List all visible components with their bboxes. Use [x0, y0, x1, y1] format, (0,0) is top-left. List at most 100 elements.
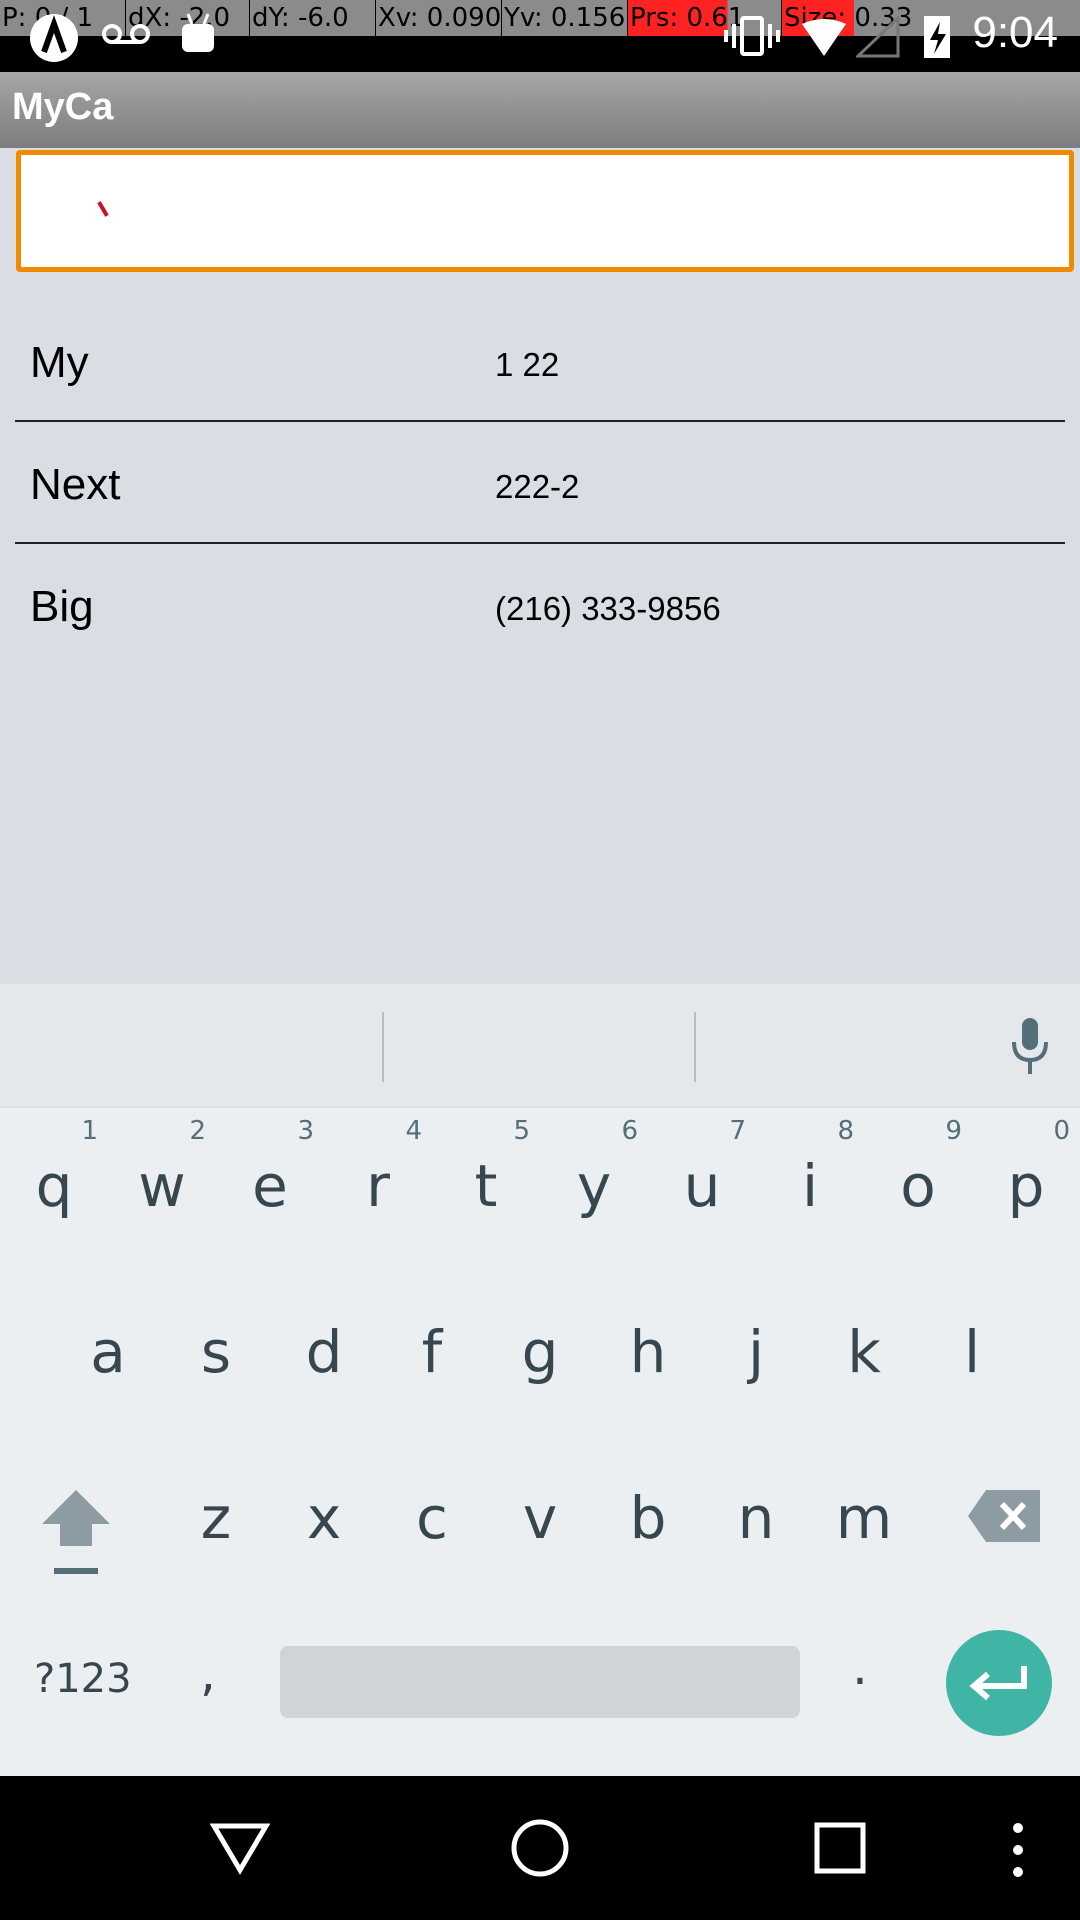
keyboard-key[interactable]: 9o — [864, 1108, 972, 1236]
key-number-hint: 0 — [1053, 1116, 1070, 1146]
key-letter: l — [963, 1318, 981, 1386]
key-letter: c — [416, 1484, 448, 1552]
key-letter: q — [35, 1152, 73, 1220]
keyboard-key[interactable]: n — [702, 1440, 810, 1568]
keyboard-key[interactable]: b — [594, 1440, 702, 1568]
key-letter: n — [737, 1484, 775, 1552]
contact-name: Big — [30, 582, 94, 631]
key-number-hint: 2 — [189, 1116, 206, 1146]
key-number-hint: 4 — [405, 1116, 422, 1146]
status-bar: P: 0 / 1 dX: -2.0 dY: -6.0 Xv: 0.090 Yv:… — [0, 0, 1080, 72]
list-item[interactable]: Big (216) 333-9856 — [15, 544, 1065, 666]
keyboard-key[interactable]: s — [162, 1274, 270, 1402]
microphone-icon[interactable] — [1010, 1016, 1050, 1076]
keyboard-key[interactable]: g — [486, 1274, 594, 1402]
keyboard-key[interactable]: m — [810, 1440, 918, 1568]
key-letter: a — [90, 1318, 126, 1386]
signal-icon — [856, 16, 900, 58]
home-icon[interactable] — [510, 1818, 570, 1878]
list-item[interactable]: Next 222-2 — [15, 422, 1065, 544]
key-letter: b — [629, 1484, 667, 1552]
suggestion-strip — [0, 984, 1080, 1108]
app-bar: MyCa — [0, 72, 1080, 148]
keyboard-key[interactable]: 2w — [108, 1108, 216, 1236]
keyboard-key[interactable]: x — [270, 1440, 378, 1568]
key-letter: f — [421, 1318, 443, 1386]
keyboard-key[interactable]: 6y — [540, 1108, 648, 1236]
overflow-menu-icon[interactable] — [1006, 1820, 1030, 1880]
key-letter: g — [521, 1318, 559, 1386]
contact-number: 1 22 — [495, 346, 560, 383]
key-letter: j — [747, 1318, 765, 1386]
keyboard-key[interactable]: 1q — [0, 1108, 108, 1236]
key-letter: r — [366, 1152, 390, 1220]
clock: 9:04 — [972, 8, 1058, 57]
keyboard-key[interactable]: a — [54, 1274, 162, 1402]
enter-key[interactable] — [946, 1630, 1052, 1736]
key-letter: k — [847, 1318, 881, 1386]
symbols-key[interactable]: ?123 — [34, 1656, 132, 1702]
voicemail-icon — [102, 24, 150, 44]
keyboard-key[interactable]: z — [162, 1440, 270, 1568]
enter-arrow-icon — [969, 1666, 1027, 1701]
key-number-hint: 1 — [81, 1116, 98, 1146]
key-letter: h — [629, 1318, 667, 1386]
keyboard-key[interactable]: 4r — [324, 1108, 432, 1236]
app-notification-icon — [30, 14, 78, 62]
key-number-hint: 8 — [837, 1116, 854, 1146]
keyboard-key[interactable]: h — [594, 1274, 702, 1402]
shift-key-icon[interactable] — [36, 1484, 116, 1578]
comma-key[interactable]: , — [200, 1644, 216, 1702]
debug-dy: dY: -6.0 — [250, 0, 376, 36]
space-key[interactable] — [280, 1646, 800, 1718]
debug-xv: Xv: 0.090 — [376, 0, 502, 36]
navigation-bar — [0, 1776, 1080, 1920]
key-letter: e — [252, 1152, 288, 1220]
keyboard-key[interactable]: v — [486, 1440, 594, 1568]
battery-charging-icon — [924, 16, 950, 58]
backspace-key-icon[interactable] — [966, 1488, 1042, 1544]
key-letter: v — [522, 1484, 558, 1552]
key-number-hint: 3 — [297, 1116, 314, 1146]
key-number-hint: 5 — [513, 1116, 530, 1146]
keyboard-key[interactable]: j — [702, 1274, 810, 1402]
key-letter: t — [474, 1152, 498, 1220]
search-field[interactable] — [16, 150, 1074, 272]
key-letter: u — [683, 1152, 721, 1220]
key-letter: d — [305, 1318, 343, 1386]
contact-list: My 1 22 Next 222-2 Big (216) 333-9856 — [15, 300, 1065, 666]
vibrate-icon — [724, 16, 780, 56]
keyboard-key[interactable]: k — [810, 1274, 918, 1402]
keyboard-key[interactable]: d — [270, 1274, 378, 1402]
keyboard-key[interactable]: c — [378, 1440, 486, 1568]
keyboard-key[interactable]: 5t — [432, 1108, 540, 1236]
key-number-hint: 7 — [729, 1116, 746, 1146]
list-item[interactable]: My 1 22 — [15, 300, 1065, 422]
key-number-hint: 9 — [945, 1116, 962, 1146]
keyboard-key[interactable]: l — [918, 1274, 1026, 1402]
contact-number: (216) 333-9856 — [495, 590, 721, 627]
keyboard-key[interactable]: 3e — [216, 1108, 324, 1236]
key-letter: s — [200, 1318, 232, 1386]
keyboard-key[interactable]: f — [378, 1274, 486, 1402]
period-key[interactable]: . — [852, 1638, 868, 1696]
contact-name: My — [30, 338, 89, 387]
key-letter: x — [306, 1484, 342, 1552]
key-letter: y — [576, 1152, 612, 1220]
key-letter: m — [835, 1484, 893, 1552]
keyboard-key[interactable]: 7u — [648, 1108, 756, 1236]
keyboard-key[interactable]: 0p — [972, 1108, 1080, 1236]
pointer-debug-strip: P: 0 / 1 dX: -2.0 dY: -6.0 Xv: 0.090 Yv:… — [0, 0, 1080, 36]
key-letter: p — [1007, 1152, 1045, 1220]
suggestion-divider — [382, 1012, 384, 1082]
contact-name: Next — [30, 460, 121, 509]
key-letter: w — [138, 1152, 186, 1220]
keyboard-key[interactable]: 8i — [756, 1108, 864, 1236]
key-letter: z — [200, 1484, 232, 1552]
search-input[interactable] — [21, 155, 1069, 267]
recents-icon[interactable] — [814, 1822, 866, 1874]
app-title: MyCa — [12, 86, 114, 128]
key-letter: i — [801, 1152, 819, 1220]
back-icon[interactable] — [210, 1820, 270, 1876]
wifi-icon — [802, 19, 846, 56]
